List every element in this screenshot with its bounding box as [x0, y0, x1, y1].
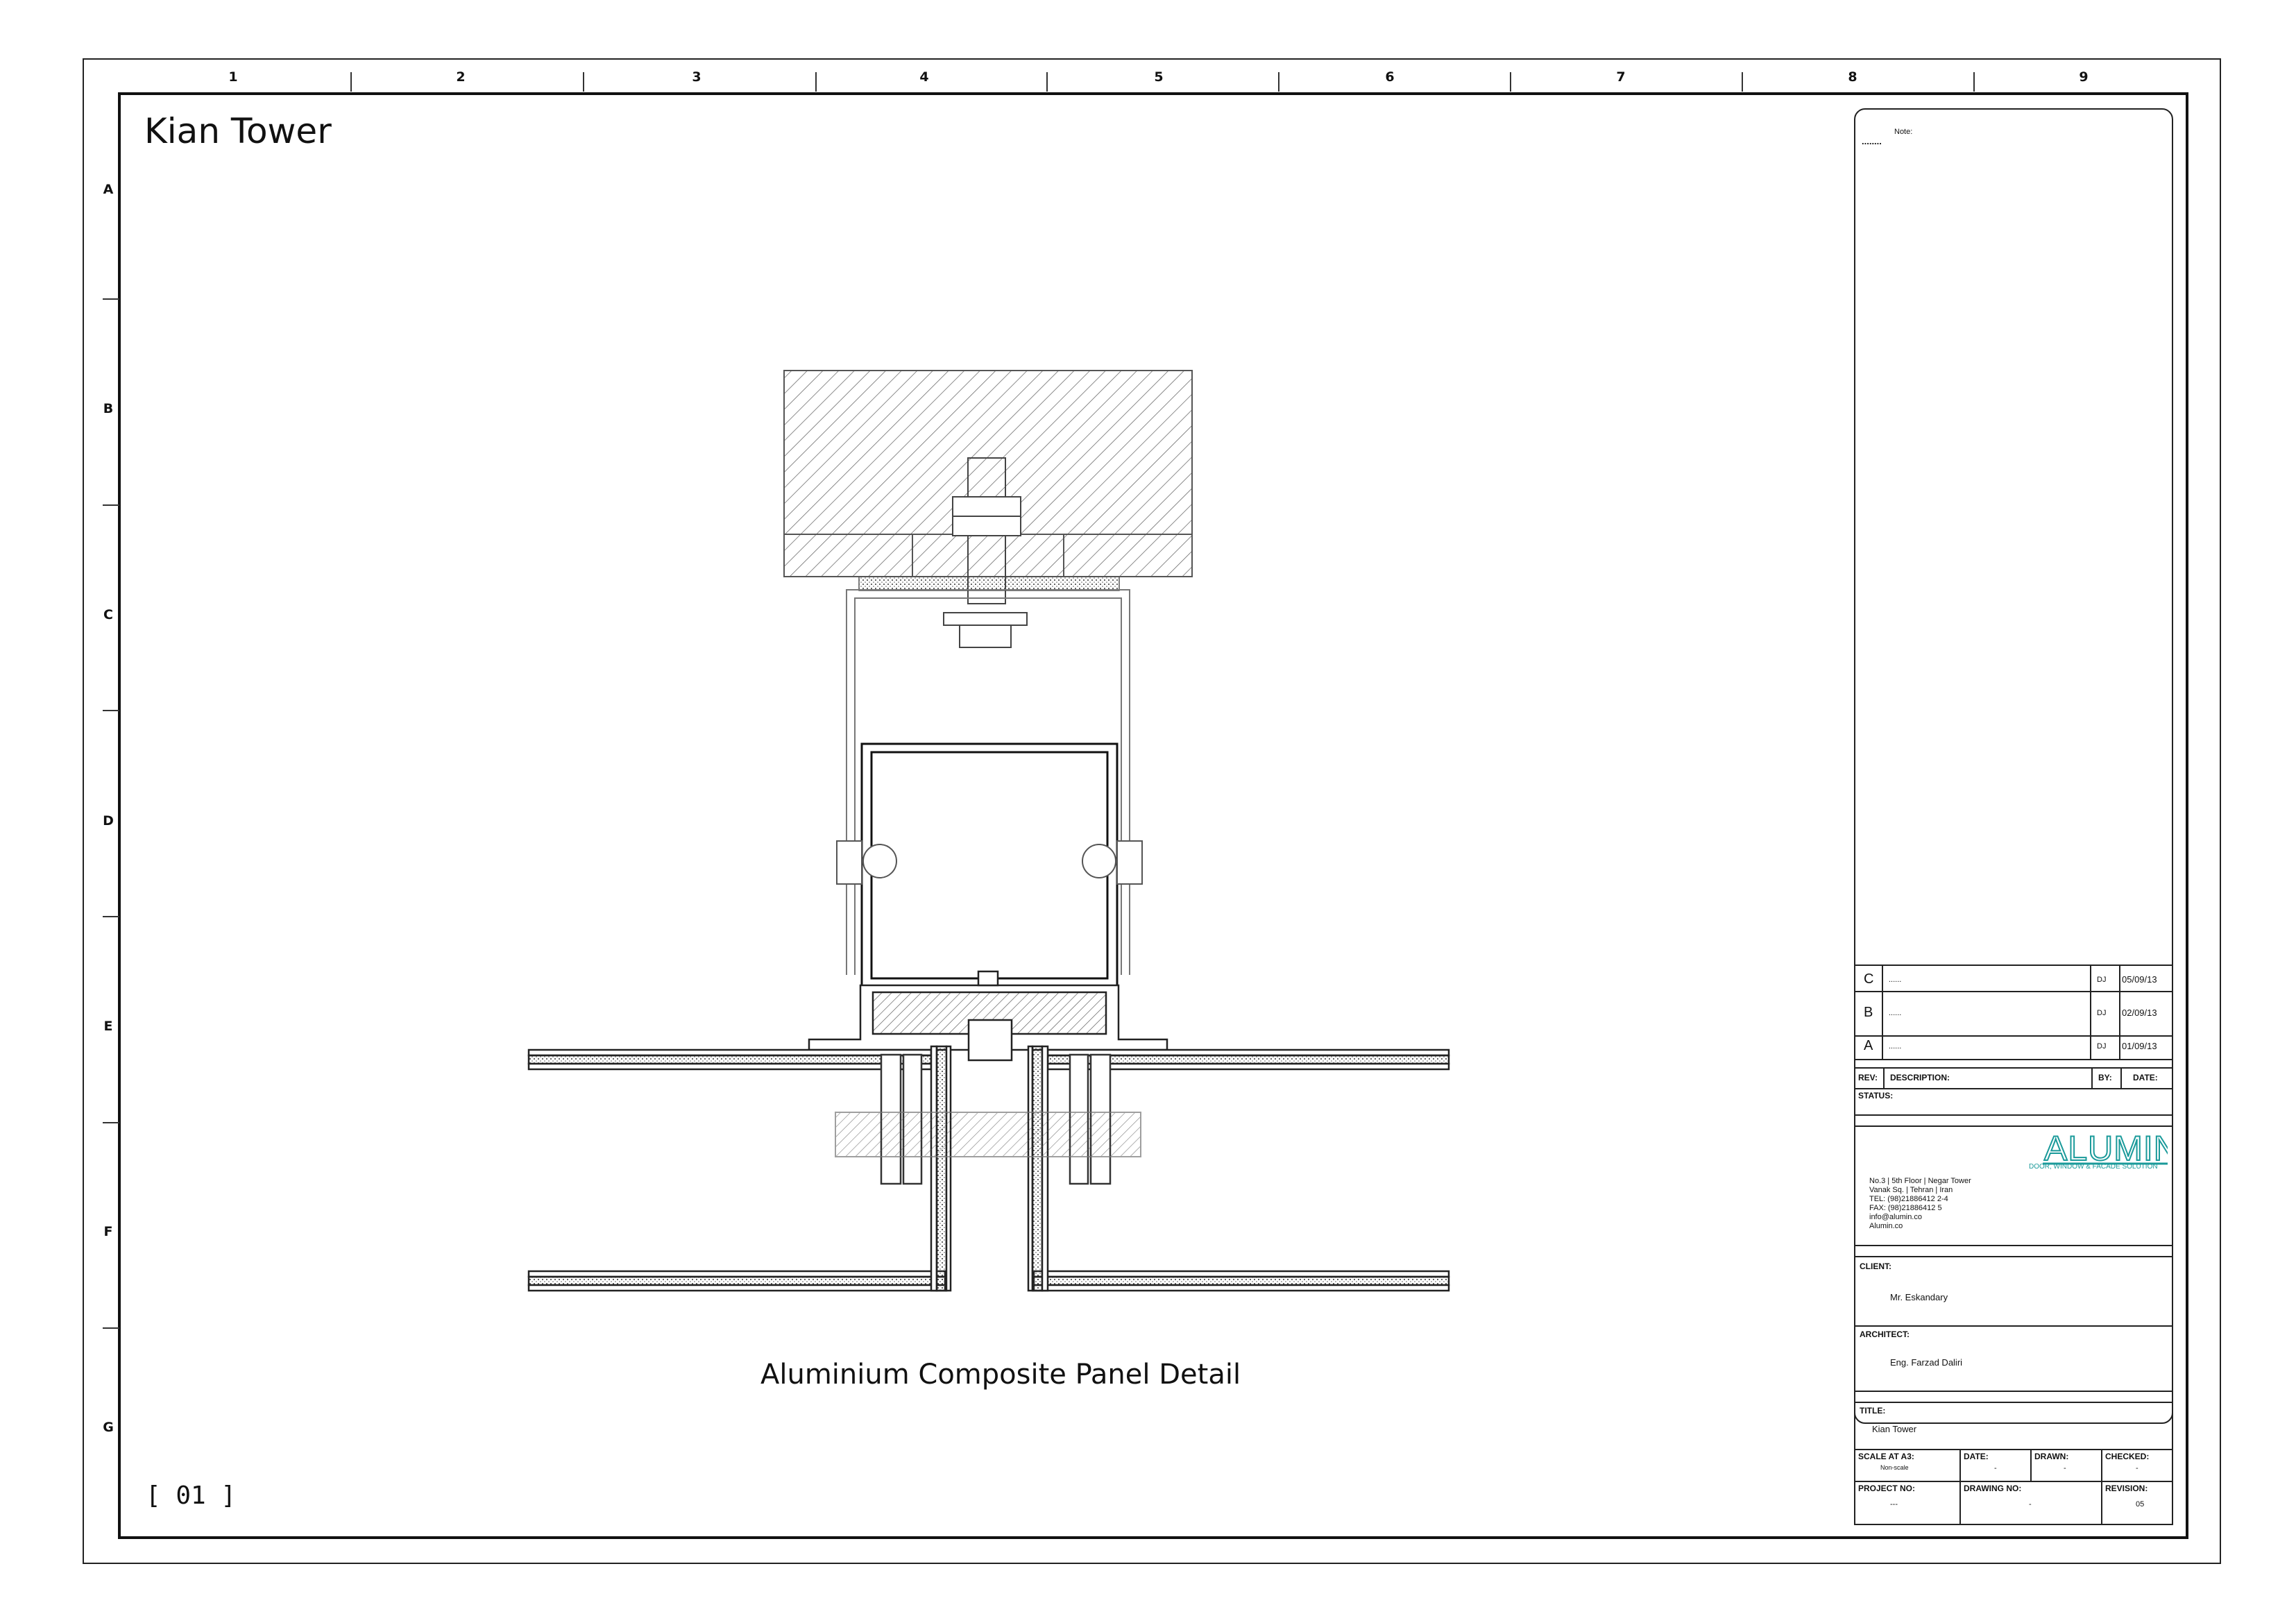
desc-header: DESCRIPTION: — [1890, 1073, 1950, 1082]
client-architect-box: CLIENT: Mr. Eskandary ARCHITECT: Eng. Fa… — [1854, 1256, 2173, 1392]
revision-table: C ...... DJ 05/09/13 B ...... DJ 02/09/1… — [1854, 965, 2173, 1060]
concrete-slab — [783, 370, 1193, 577]
checked-label: CHECKED: — [2105, 1452, 2150, 1461]
status-box: REV: DESCRIPTION: BY: DATE: STATUS: — [1854, 1067, 2173, 1116]
rev-A-id: A — [1864, 1038, 1873, 1053]
project-no-label: PROJECT NO: — [1858, 1484, 1916, 1493]
project-no-value: --- — [1890, 1500, 1898, 1509]
packing-layer — [858, 576, 1120, 591]
drawn-label: DRAWN: — [2034, 1452, 2069, 1461]
composite-panels — [527, 1045, 1450, 1292]
rev-A-desc: ...... — [1889, 1042, 1902, 1051]
clamp-profile — [808, 970, 1168, 1062]
drawing-info-box: TITLE: Kian Tower SCALE AT A3: Non-scale… — [1854, 1402, 2173, 1525]
date-header: DATE: — [2133, 1073, 2158, 1082]
architect-name: Eng. Farzad Daliri — [1890, 1357, 1963, 1368]
title-label: TITLE: — [1860, 1406, 1886, 1416]
logo-text: ALUMIN — [2044, 1130, 2168, 1166]
status-label: STATUS: — [1858, 1091, 1894, 1101]
rev-A-date: 01/09/13 — [2122, 1041, 2157, 1051]
rev-C-by: DJ — [2097, 976, 2107, 984]
rev-header: REV: — [1858, 1073, 1878, 1082]
scale-label: SCALE AT A3: — [1858, 1452, 1914, 1461]
date-value: - — [1994, 1464, 1997, 1472]
revision-value: 05 — [2136, 1500, 2145, 1509]
drawing-no-value: - — [2029, 1500, 2032, 1509]
rev-A-by: DJ — [2097, 1042, 2107, 1051]
client-name: Mr. Eskandary — [1890, 1292, 1948, 1302]
company-box: ALUMIN DOOR, WINDOW & FACADE SOLUTION No… — [1854, 1125, 2173, 1246]
side-bolts — [836, 840, 1143, 885]
company-tagline: DOOR, WINDOW & FACADE SOLUTION — [2029, 1163, 2158, 1171]
drawing-no-label: DRAWING NO: — [1964, 1484, 2022, 1493]
spacer-block — [835, 1112, 1141, 1157]
rev-B-date: 02/09/13 — [2122, 1008, 2157, 1018]
rev-B-by: DJ — [2097, 1009, 2107, 1017]
rev-B-id: B — [1864, 1005, 1873, 1020]
note-text: ........ — [1862, 136, 1882, 146]
revision-label: REVISION: — [2105, 1484, 2148, 1493]
rev-C-date: 05/09/13 — [2122, 974, 2157, 985]
note-label: Note: — [1894, 128, 1913, 136]
by-header: BY: — [2098, 1073, 2112, 1082]
scale-value: Non-scale — [1880, 1464, 1909, 1471]
client-label: CLIENT: — [1860, 1261, 1891, 1271]
drawn-value: - — [2064, 1464, 2066, 1472]
rev-C-desc: ...... — [1889, 976, 1902, 984]
checked-value: - — [2136, 1464, 2138, 1472]
architect-label: ARCHITECT: — [1860, 1329, 1910, 1339]
rev-B-desc: ...... — [1889, 1009, 1902, 1017]
drawing-title: Kian Tower — [1872, 1424, 1917, 1434]
rev-C-id: C — [1864, 971, 1874, 987]
alumin-logo: ALUMIN — [2043, 1130, 2168, 1166]
date-label: DATE: — [1964, 1452, 1989, 1461]
company-address: No.3 | 5th Floor | Negar Tower Vanak Sq.… — [1869, 1177, 1971, 1230]
